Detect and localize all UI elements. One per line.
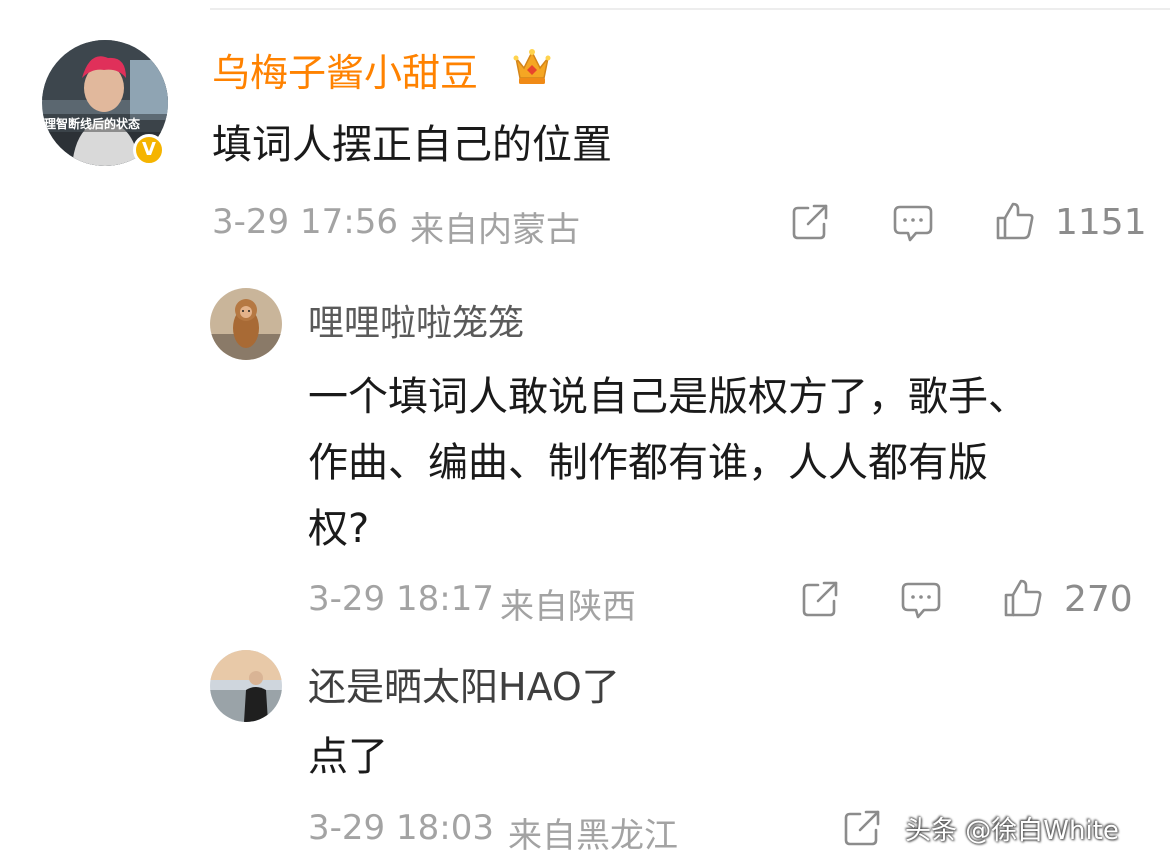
- avatar-caption: 理智断线后的状态: [44, 117, 141, 131]
- like-count: 1151: [1055, 202, 1147, 243]
- comment-thread: 理智断线后的状态 V 乌梅子酱小甜豆 填词人摆正自己的位置 3-29 17:56…: [0, 0, 1170, 867]
- like-icon[interactable]: [994, 200, 1036, 242]
- share-icon[interactable]: [842, 808, 882, 848]
- avatar[interactable]: [210, 288, 282, 360]
- divider: [210, 8, 1170, 10]
- username[interactable]: 乌梅子酱小甜豆: [212, 42, 478, 97]
- avatar[interactable]: [210, 650, 282, 722]
- share-icon[interactable]: [800, 579, 840, 619]
- comment-date: 3-29 18:03: [308, 808, 494, 848]
- watermark: 头条 @徐白White: [905, 816, 1119, 846]
- username[interactable]: 哩哩啦啦笼笼: [308, 294, 524, 346]
- comment-text: 填词人摆正自己的位置: [212, 122, 612, 168]
- comment-text: 点了: [308, 734, 388, 780]
- verified-badge-icon: V: [133, 134, 165, 166]
- comment-icon[interactable]: [892, 202, 934, 244]
- crown-icon: [510, 44, 554, 88]
- comment-icon[interactable]: [900, 579, 942, 621]
- comment-date: 3-29 17:56: [212, 202, 398, 242]
- comment-location: 来自陕西: [500, 587, 636, 627]
- comment-location: 来自内蒙古: [410, 210, 580, 250]
- comment-text: 作曲、编曲、制作都有谁，人人都有版: [308, 440, 988, 486]
- comment-date: 3-29 18:17: [308, 579, 494, 619]
- comment-location: 来自黑龙江: [508, 816, 678, 856]
- share-icon[interactable]: [790, 202, 830, 242]
- like-count: 270: [1064, 579, 1133, 620]
- comment-text: 权?: [308, 506, 370, 552]
- like-icon[interactable]: [1002, 577, 1044, 619]
- username[interactable]: 还是晒太阳HAO了: [308, 656, 620, 711]
- comment-text: 一个填词人敢说自己是版权方了，歌手、: [308, 374, 1028, 420]
